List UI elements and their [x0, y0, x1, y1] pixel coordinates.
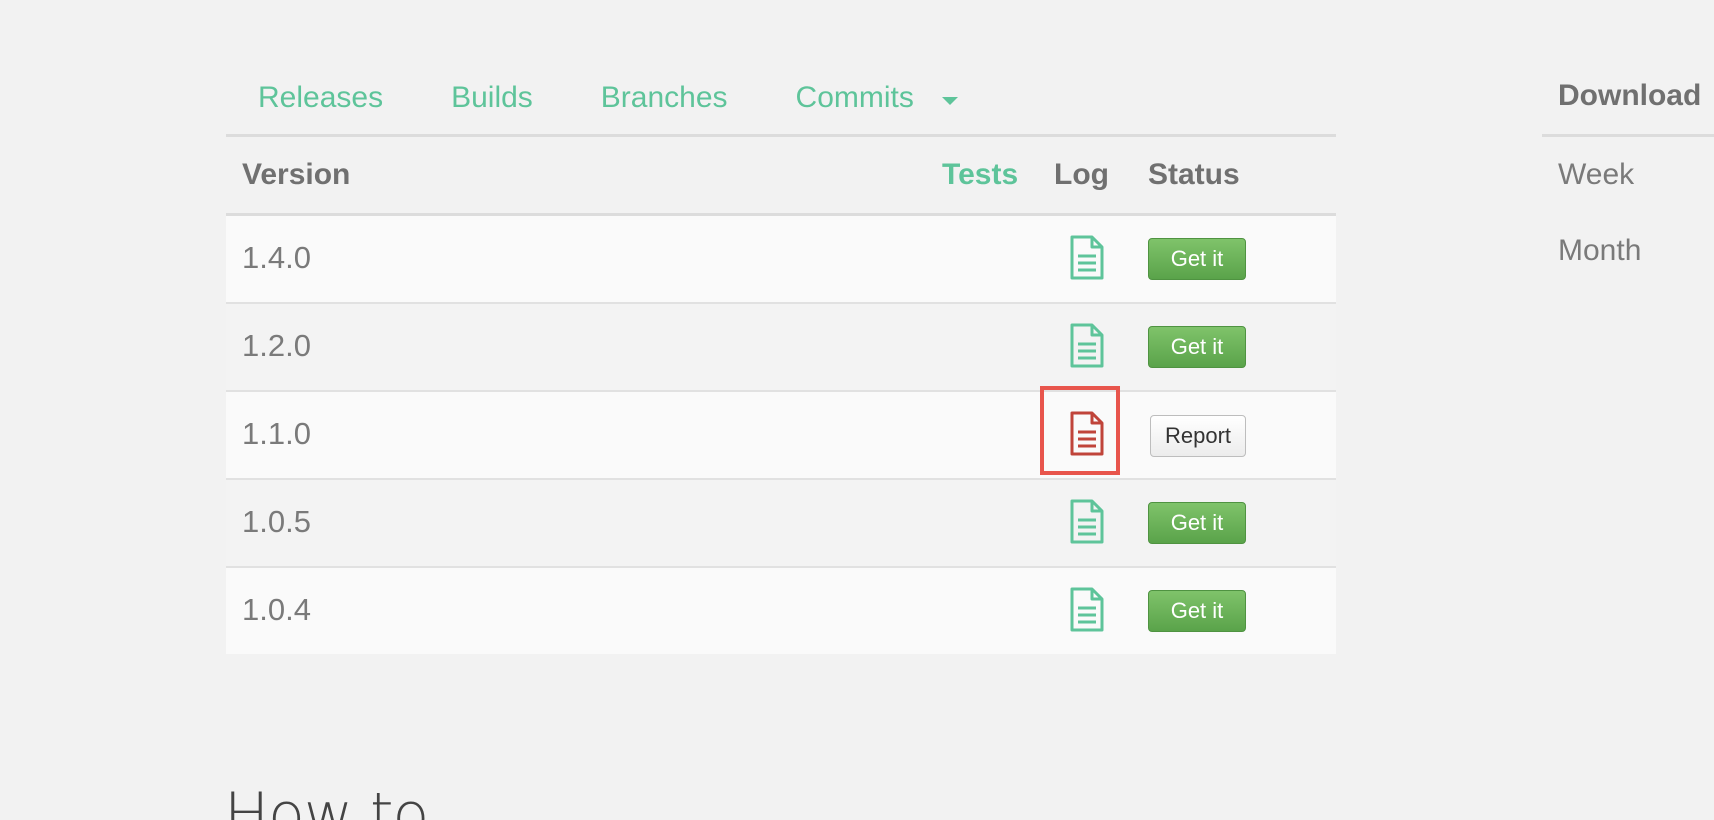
file-text-icon[interactable]	[1064, 586, 1108, 634]
file-text-icon[interactable]	[1064, 498, 1108, 546]
get-it-button[interactable]: Get it	[1148, 590, 1246, 632]
downloads-month-label: Month	[1558, 234, 1642, 267]
table-header: Version Tests Log Status	[226, 137, 1336, 216]
get-it-button[interactable]: Get it	[1148, 326, 1246, 368]
table-row: 1.2.0 Get it	[226, 304, 1336, 392]
versions-table: Version Tests Log Status 1.4.0 Get it 1.…	[226, 137, 1336, 654]
table-row: 1.0.5 Get it	[226, 480, 1336, 568]
divider	[1542, 134, 1714, 137]
version-number: 1.2.0	[242, 328, 311, 363]
get-it-button[interactable]: Get it	[1148, 238, 1246, 280]
file-text-icon[interactable]	[1064, 234, 1108, 282]
page: Releases Builds Branches Commits Version…	[0, 0, 1714, 820]
downloads-week-label: Week	[1558, 158, 1635, 191]
column-header-log: Log	[1054, 158, 1109, 191]
tab-bar: Releases Builds Branches Commits	[226, 62, 1336, 137]
column-header-version: Version	[242, 158, 351, 191]
get-it-button[interactable]: Get it	[1148, 502, 1246, 544]
table-row: 1.0.4 Get it	[226, 568, 1336, 654]
tab-commits[interactable]: Commits	[796, 81, 914, 115]
version-number: 1.1.0	[242, 416, 311, 451]
version-number: 1.4.0	[242, 240, 311, 275]
column-header-tests[interactable]: Tests	[942, 158, 1018, 192]
table-row: 1.1.0 Report	[226, 386, 1336, 480]
section-heading: How to	[224, 780, 429, 820]
table-row: 1.4.0 Get it	[226, 216, 1336, 304]
report-button[interactable]: Report	[1150, 415, 1246, 457]
caret-down-icon[interactable]	[941, 97, 958, 105]
downloads-title: Download	[1558, 79, 1702, 112]
tab-branches[interactable]: Branches	[601, 81, 728, 115]
file-text-icon[interactable]	[1064, 322, 1108, 370]
tab-builds[interactable]: Builds	[451, 81, 533, 115]
column-header-status: Status	[1148, 158, 1240, 191]
file-text-icon[interactable]	[1064, 410, 1108, 458]
version-number: 1.0.5	[242, 504, 311, 539]
tab-releases[interactable]: Releases	[258, 81, 383, 115]
version-number: 1.0.4	[242, 592, 311, 627]
